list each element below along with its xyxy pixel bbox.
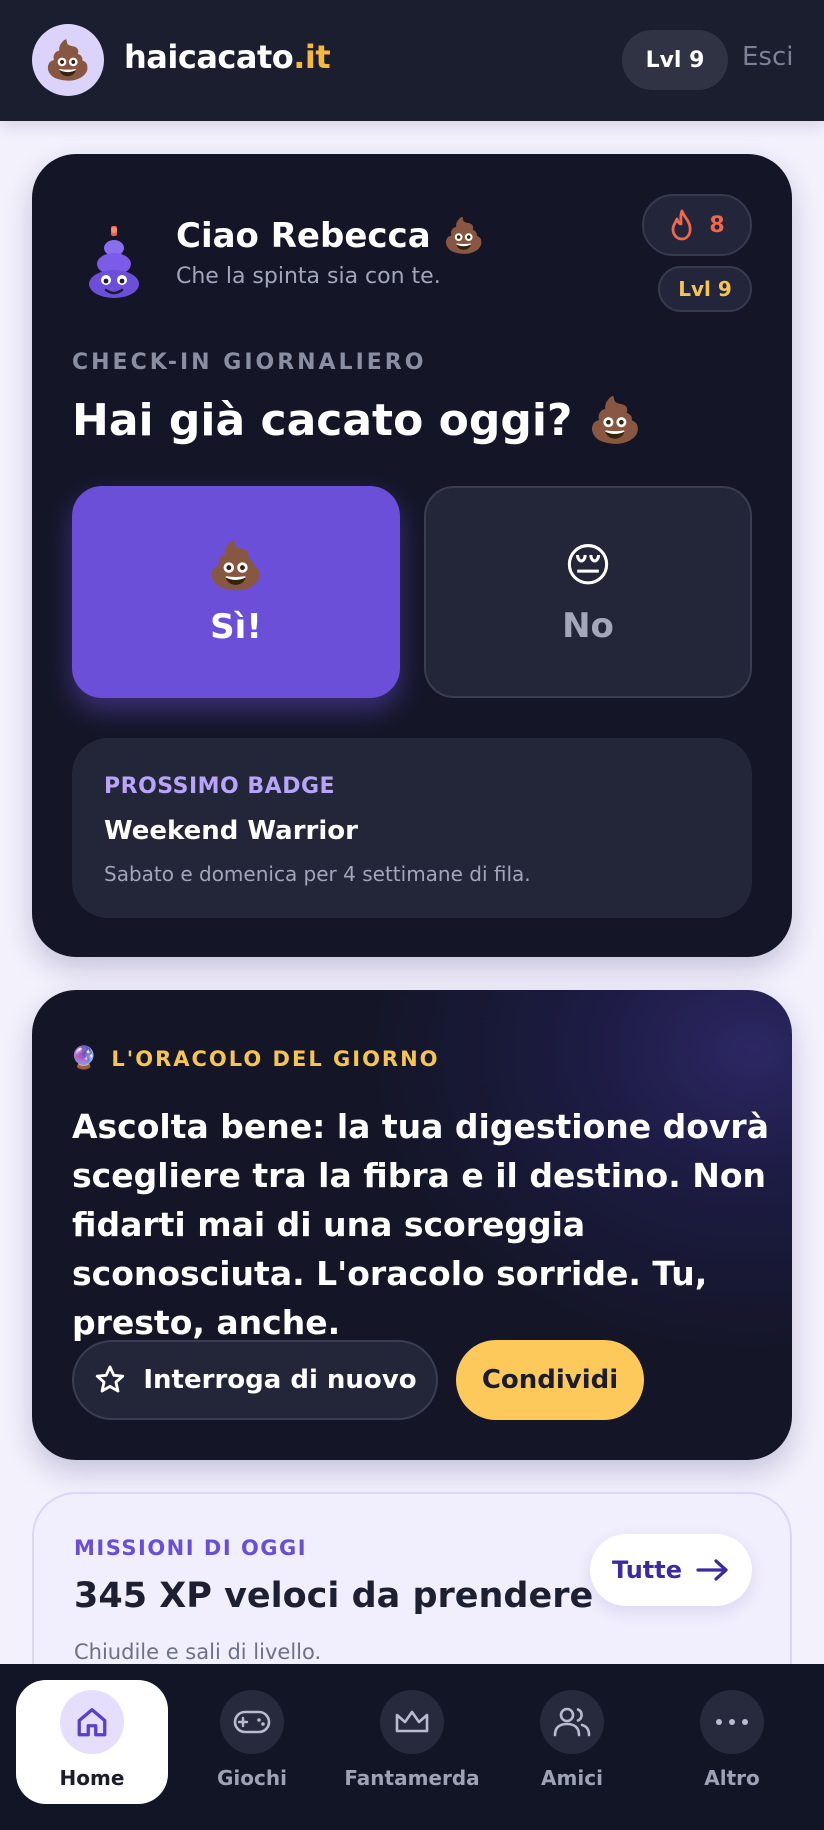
next-badge-description: Sabato e domenica per 4 settimane di fil… [104, 862, 531, 886]
no-button[interactable]: 😔 No [424, 486, 752, 698]
nav-item-fantamerda[interactable]: Fantamerda [336, 1680, 488, 1804]
crown-icon [380, 1690, 444, 1754]
ask-again-label: Interroga di nuovo [143, 1365, 417, 1395]
sad-face-icon: 😔 [564, 538, 612, 592]
checkin-question: Hai già cacato oggi? 💩 [72, 395, 643, 446]
oracle-kicker: L'ORACOLO DEL GIORNO [111, 1046, 440, 1071]
nav-label-fantamerda: Fantamerda [344, 1766, 480, 1790]
star-icon [96, 1365, 125, 1393]
ask-again-button[interactable]: Interroga di nuovo [72, 1340, 438, 1420]
brand-name-main: haicacato [124, 38, 294, 76]
nav-label-friends: Amici [541, 1766, 603, 1790]
all-missions-label: Tutte [611, 1556, 683, 1584]
crystal-ball-icon: 🔮 [70, 1046, 98, 1071]
mascot-icon [89, 226, 139, 298]
next-badge-panel[interactable]: PROSSIMO BADGE Weekend Warrior Sabato e … [72, 738, 752, 918]
oracle-prophecy-text: Ascolta bene: la tua digestione dovrà sc… [72, 1107, 769, 1342]
flame-icon [671, 209, 692, 241]
nav-item-more[interactable]: Altro [656, 1680, 808, 1804]
level-small-badge: Lvl 9 [658, 266, 752, 312]
nav-label-games: Giochi [217, 1766, 287, 1790]
streak-badge[interactable]: 8 [642, 194, 752, 256]
more-icon [700, 1690, 764, 1754]
next-badge-title: Weekend Warrior [104, 816, 358, 846]
level-badge[interactable]: Lvl 9 [622, 30, 728, 90]
arrow-right-icon [696, 1559, 728, 1581]
friends-icon [540, 1690, 604, 1754]
brand-name-tld: .it [293, 38, 331, 76]
oracle-card: 🔮 L'ORACOLO DEL GIORNO Ascolta bene: la … [32, 990, 792, 1460]
oracle-header: 🔮 L'ORACOLO DEL GIORNO [70, 1046, 440, 1071]
poop-logo-icon: 💩 [44, 37, 92, 82]
logo-avatar[interactable]: 💩 [32, 24, 104, 96]
checkin-card: Ciao Rebecca 💩 Che la spinta sia con te.… [32, 154, 792, 957]
share-button[interactable]: Condividi [456, 1340, 644, 1420]
nav-item-friends[interactable]: Amici [496, 1680, 648, 1804]
missions-title: 345 XP veloci da prendere [74, 1576, 594, 1616]
no-button-label: No [562, 606, 614, 646]
gamepad-icon [220, 1690, 284, 1754]
nav-item-home[interactable]: Home [16, 1680, 168, 1804]
checkin-label: CHECK-IN GIORNALIERO [72, 350, 427, 375]
greeting-subtitle: Che la spinta sia con te. [176, 264, 441, 289]
nav-item-games[interactable]: Giochi [176, 1680, 328, 1804]
missions-kicker: MISSIONI DI OGGI [74, 1536, 308, 1560]
yes-button[interactable]: 💩 Sì! [72, 486, 400, 698]
missions-subtitle: Chiudile e sali di livello. [74, 1640, 322, 1664]
logout-link[interactable]: Esci [742, 42, 794, 72]
streak-count: 8 [709, 212, 725, 238]
bottom-navigation: Home Giochi Fantamerda Amici Altro [0, 1664, 824, 1830]
top-bar: 💩 haicacato.it Lvl 9 Esci [0, 0, 824, 121]
poop-icon: 💩 [207, 537, 265, 592]
nav-label-more: Altro [704, 1766, 760, 1790]
brand-name[interactable]: haicacato.it [124, 38, 331, 76]
nav-label-home: Home [59, 1766, 125, 1790]
yes-button-label: Sì! [210, 606, 262, 647]
home-icon [60, 1690, 124, 1754]
next-badge-kicker: PROSSIMO BADGE [104, 774, 336, 799]
all-missions-button[interactable]: Tutte [590, 1534, 752, 1606]
greeting-title: Ciao Rebecca 💩 [176, 216, 485, 256]
